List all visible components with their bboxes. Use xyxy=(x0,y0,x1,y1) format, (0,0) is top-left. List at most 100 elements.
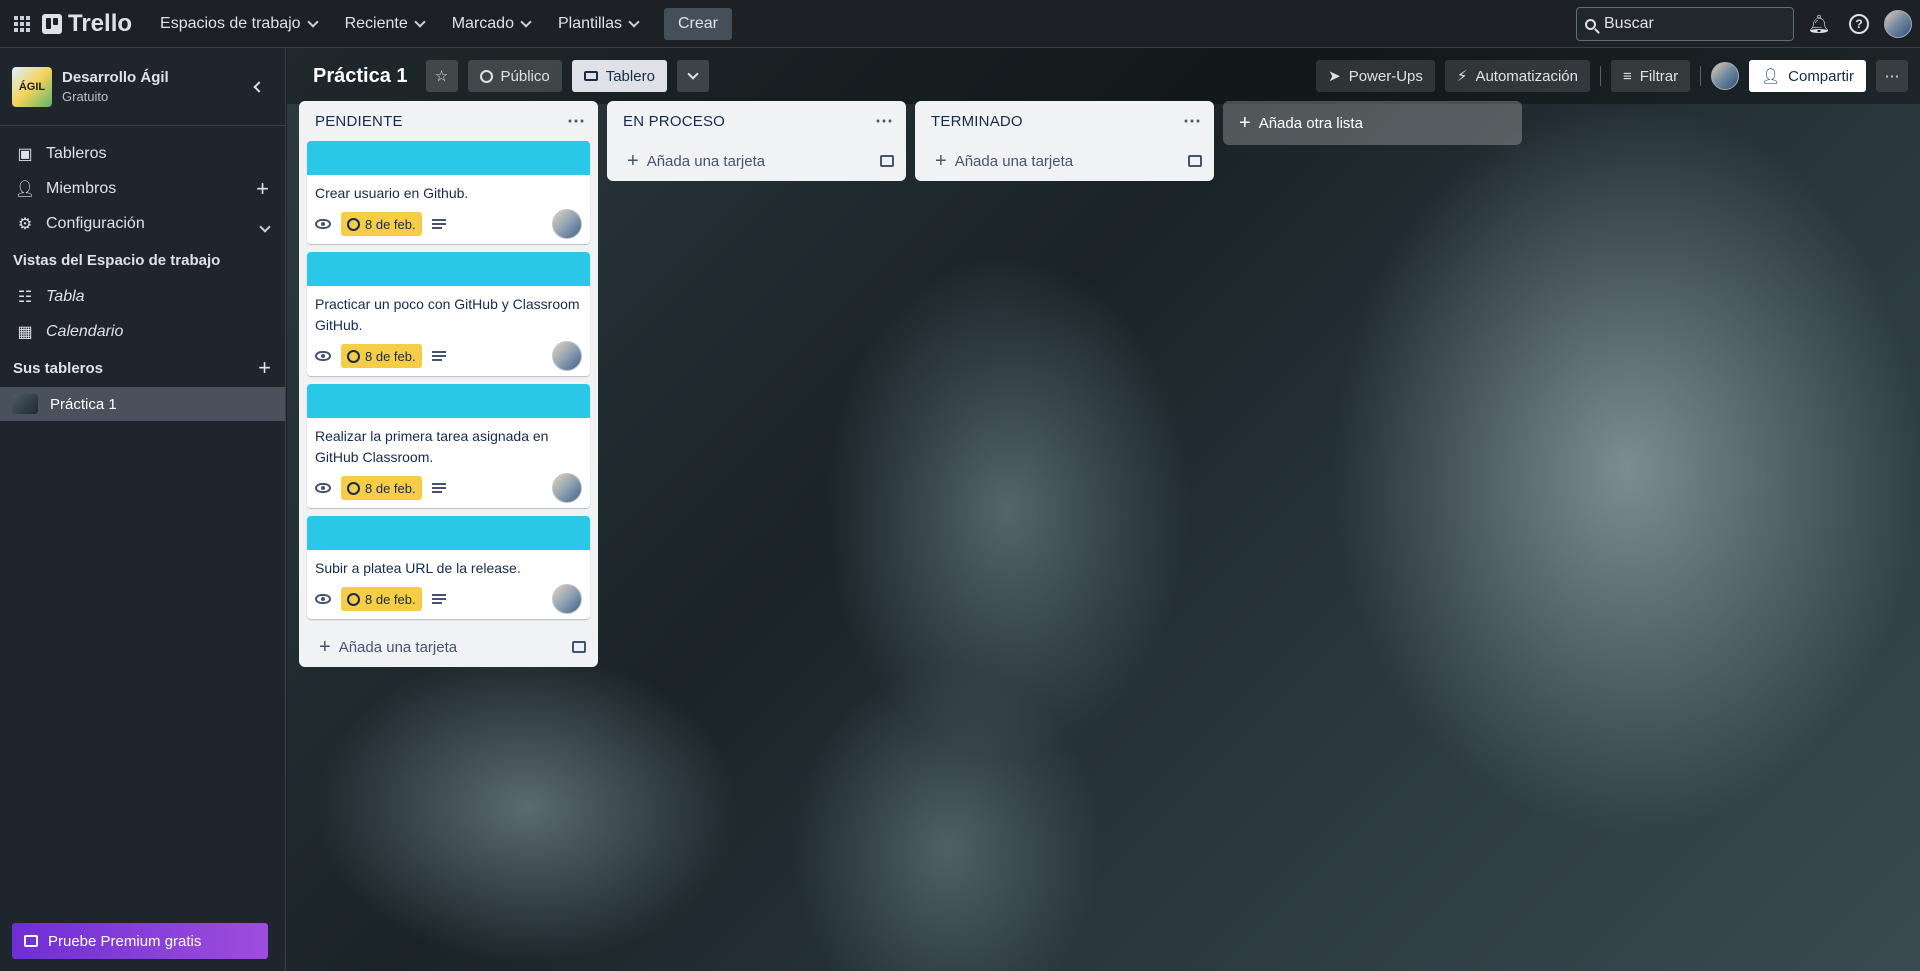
power-ups-button[interactable]: ➤ Power-Ups xyxy=(1316,60,1435,92)
due-date-badge[interactable]: 8 de feb. xyxy=(341,476,422,500)
workspace-name: Desarrollo Ágil xyxy=(62,69,169,86)
workspace-views-title: Vistas del Espacio de trabajo xyxy=(0,241,285,279)
card[interactable]: Subir a platea URL de la release. 8 de f… xyxy=(307,516,590,619)
power-ups-label: Power-Ups xyxy=(1348,67,1423,85)
menu-starred[interactable]: Marcado xyxy=(440,8,542,40)
card-template-icon[interactable] xyxy=(1188,155,1202,167)
star-board-button[interactable]: ☆ xyxy=(425,60,458,92)
add-list-button[interactable]: + Añada otra lista xyxy=(1223,101,1522,145)
card-template-icon[interactable] xyxy=(572,641,586,653)
add-member-plus-icon[interactable]: + xyxy=(256,177,269,200)
collapse-sidebar-button[interactable] xyxy=(241,71,273,103)
description-icon xyxy=(431,594,446,604)
automation-button[interactable]: ⚡︎ Automatización xyxy=(1444,60,1590,92)
due-date-badge[interactable]: 8 de feb. xyxy=(341,344,422,368)
visibility-button[interactable]: Público xyxy=(467,60,562,92)
add-card-button[interactable]: + Añada una tarjeta xyxy=(299,627,598,667)
create-button[interactable]: Crear xyxy=(664,7,733,40)
board-member-avatar[interactable] xyxy=(1711,62,1740,90)
plus-icon: + xyxy=(627,150,639,172)
add-board-plus-icon[interactable]: + xyxy=(258,355,271,381)
due-date-badge[interactable]: 8 de feb. xyxy=(341,587,422,611)
filter-button[interactable]: ≡ Filtrar xyxy=(1611,60,1691,92)
description-icon xyxy=(431,483,446,493)
due-date-label: 8 de feb. xyxy=(365,348,416,364)
list-title[interactable]: PENDIENTE xyxy=(315,113,403,130)
add-card-button[interactable]: + Añada una tarjeta xyxy=(607,141,906,181)
list-title[interactable]: TERMINADO xyxy=(931,113,1023,130)
board-title[interactable]: Práctica 1 xyxy=(313,65,408,88)
view-switcher-button[interactable] xyxy=(676,60,709,92)
notifications-bell-icon[interactable]: 🔔︎ xyxy=(1804,9,1834,39)
menu-label: Marcado xyxy=(451,14,514,32)
automation-label: Automatización xyxy=(1475,67,1578,85)
list-pendiente: PENDIENTE ⋯ Crear usuario en Github. 8 d… xyxy=(299,101,598,667)
gear-icon: ⚙︎ xyxy=(17,215,33,233)
watching-eye-icon xyxy=(315,219,331,229)
sidebar: ÁGIL Desarrollo Ágil Gratuito ▣ Tableros… xyxy=(0,48,286,971)
card-member-avatar[interactable] xyxy=(552,584,582,614)
card[interactable]: Crear usuario en Github. 8 de feb. xyxy=(307,141,590,244)
workspace-logo-text: ÁGIL xyxy=(18,80,46,93)
sidebar-item-label: Tableros xyxy=(46,144,107,162)
due-date-badge[interactable]: 8 de feb. xyxy=(341,212,422,236)
star-icon: ☆ xyxy=(434,68,449,85)
sidebar-item-settings[interactable]: ⚙︎ Configuración xyxy=(0,206,285,241)
sidebar-item-label: Configuración xyxy=(46,214,145,232)
sidebar-item-members[interactable]: 👤︎ Miembros + xyxy=(0,171,285,206)
share-button[interactable]: 👤︎ Compartir xyxy=(1749,60,1866,92)
due-date-label: 8 de feb. xyxy=(365,216,416,232)
app-switcher-icon[interactable] xyxy=(8,10,36,38)
sidebar-item-boards[interactable]: ▣ Tableros xyxy=(0,136,285,171)
card-template-icon[interactable] xyxy=(880,155,894,167)
try-premium-button[interactable]: Pruebe Premium gratis xyxy=(12,923,268,959)
card-title: Crear usuario en Github. xyxy=(315,185,469,201)
list-actions-icon[interactable]: ⋯ xyxy=(875,111,894,132)
list-header[interactable]: PENDIENTE ⋯ xyxy=(299,101,598,141)
card-cover xyxy=(307,252,590,286)
list-actions-icon[interactable]: ⋯ xyxy=(567,111,586,132)
clock-icon xyxy=(347,592,360,606)
trello-logo[interactable]: Trello xyxy=(42,10,132,38)
due-date-label: 8 de feb. xyxy=(365,480,416,496)
sidebar-view-table[interactable]: ☷ Tabla xyxy=(0,279,285,314)
card-title: Practicar un poco con GitHub y Classroom… xyxy=(315,296,580,333)
list-title[interactable]: EN PROCESO xyxy=(623,113,725,130)
card-cover xyxy=(307,516,590,550)
premium-label: Pruebe Premium gratis xyxy=(48,932,202,950)
sidebar-item-label: Miembros xyxy=(46,179,117,197)
board-view-button[interactable]: Tablero xyxy=(571,60,667,92)
board-thumbnail xyxy=(12,394,38,414)
add-card-label: Añada una tarjeta xyxy=(338,638,458,656)
card-member-avatar[interactable] xyxy=(552,341,582,371)
sidebar-board-label: Práctica 1 xyxy=(50,395,117,413)
menu-recent[interactable]: Reciente xyxy=(333,8,436,40)
calendar-icon: ▦ xyxy=(17,323,33,341)
board-menu-button[interactable]: ⋯ xyxy=(1876,60,1908,92)
menu-workspaces[interactable]: Espacios de trabajo xyxy=(148,8,329,40)
user-avatar[interactable] xyxy=(1884,10,1912,38)
add-card-button[interactable]: + Añada una tarjeta xyxy=(915,141,1214,181)
sidebar-board-practica-1[interactable]: Práctica 1 xyxy=(0,387,285,421)
card[interactable]: Practicar un poco con GitHub y Classroom… xyxy=(307,252,590,376)
search-input[interactable]: Buscar xyxy=(1576,7,1794,41)
list-header[interactable]: EN PROCESO ⋯ xyxy=(607,101,906,141)
filter-icon: ≡ xyxy=(1623,67,1632,85)
help-icon[interactable]: ? xyxy=(1844,9,1874,39)
description-icon xyxy=(431,219,446,229)
card-member-avatar[interactable] xyxy=(552,473,582,503)
board-view-icon xyxy=(583,71,598,81)
sidebar-item-label: Tabla xyxy=(46,287,85,305)
filter-label: Filtrar xyxy=(1639,67,1679,85)
watching-eye-icon xyxy=(315,483,331,493)
sidebar-view-calendar[interactable]: ▦ Calendario xyxy=(0,314,285,349)
chevron-down-icon xyxy=(306,15,319,28)
list-actions-icon[interactable]: ⋯ xyxy=(1183,111,1202,132)
list-header[interactable]: TERMINADO ⋯ xyxy=(915,101,1214,141)
card-title: Realizar la primera tarea asignada en Gi… xyxy=(315,428,549,465)
menu-templates[interactable]: Plantillas xyxy=(546,8,650,40)
card[interactable]: Realizar la primera tarea asignada en Gi… xyxy=(307,384,590,508)
plus-icon: + xyxy=(319,636,331,658)
card-member-avatar[interactable] xyxy=(552,209,582,239)
chevron-down-icon[interactable] xyxy=(259,213,271,235)
